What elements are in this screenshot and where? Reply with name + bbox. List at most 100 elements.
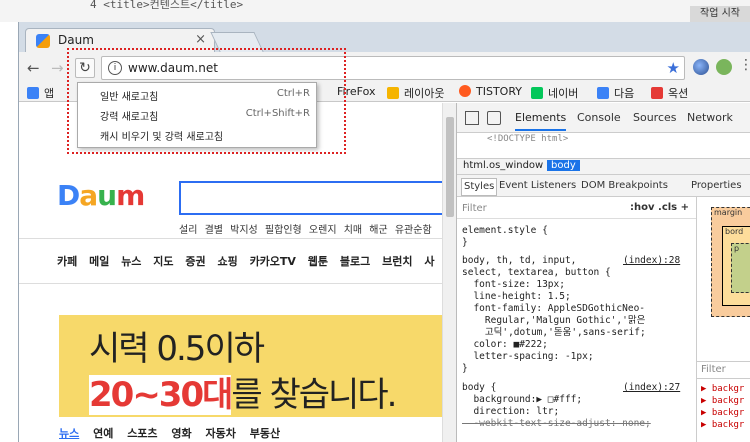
css-rule-source-link-2[interactable]: (index):27 — [623, 382, 680, 394]
css-rule-body-selector-2[interactable]: body { — [462, 382, 496, 394]
bookmark-auction[interactable]: 옥션 — [651, 85, 688, 101]
folder-icon — [387, 87, 399, 99]
menu-item-map[interactable]: 지도 — [153, 255, 173, 268]
banner-subline: 20~30대를 찾습니다. — [89, 367, 397, 416]
divider — [19, 283, 442, 284]
service-menu: 카페 메일 뉴스 지도 증권 쇼핑 카카오TV 웹툰 블로그 브런치 사 — [57, 253, 442, 269]
editor-corner-label: 작업 시작 — [690, 6, 750, 22]
menu-item-kakaotv[interactable]: 카카오TV — [250, 255, 296, 268]
bookmark-daum[interactable]: 다음 — [597, 85, 634, 101]
dom-doctype[interactable]: <!DOCTYPE html> — [487, 134, 568, 144]
crumb-body[interactable]: body — [547, 160, 580, 171]
devtools-tabbar: Elements Console Sources Network — [457, 103, 750, 133]
crumb-html[interactable]: html.os_window — [459, 160, 547, 171]
tab-daum[interactable]: Daum × — [25, 28, 215, 52]
banner-rest: 를 찾습니다. — [231, 375, 397, 415]
devtools-panel: Elements Console Sources Network <!DOCTY… — [456, 103, 750, 442]
subtab-entertainment[interactable]: 연예 — [93, 427, 113, 440]
bookmark-naver[interactable]: 네이버 — [531, 85, 578, 101]
info-icon[interactable]: i — [108, 61, 122, 75]
bookmark-tistory[interactable]: TISTORY — [459, 85, 522, 98]
page-viewport: Daum 설리 결별 박지성 필합인형 오렌지 치매 해군 유관순함 카페 메일… — [19, 103, 442, 442]
tab-dom-breakpoints[interactable]: DOM Breakpoints — [581, 180, 668, 191]
daum-logo[interactable]: Daum — [57, 179, 145, 212]
extension-globe-icon[interactable] — [693, 59, 709, 75]
box-model-border: bord p — [722, 226, 750, 306]
subtab-news[interactable]: 뉴스 — [59, 427, 79, 440]
background-editor-strip: 4 <title>컨텐스트</title> 작업 시작 — [0, 0, 750, 22]
scrollbar-thumb[interactable] — [446, 117, 454, 217]
menu-kebab-icon[interactable]: ⋮ — [739, 57, 750, 73]
subtab-sports[interactable]: 스포츠 — [127, 427, 157, 440]
css-rule-element-style[interactable]: element.style { } — [462, 225, 548, 249]
filter-options[interactable]: :hov .cls + — [630, 202, 689, 213]
tab-sources[interactable]: Sources — [633, 111, 677, 124]
breadcrumb: html.os_window body — [457, 158, 750, 175]
styles-filter[interactable]: Filter :hov .cls + — [457, 199, 696, 219]
box-model-padding: p — [731, 243, 750, 293]
box-model-margin: margin bord p — [711, 207, 750, 317]
subtab-movie[interactable]: 영화 — [171, 427, 191, 440]
bookmark-star-icon[interactable]: ★ — [667, 59, 680, 77]
subtab-realestate[interactable]: 부동산 — [250, 427, 280, 440]
css-rule-body-props-2[interactable]: background:▶ □#fff; direction: ltr; — [462, 394, 582, 418]
menu-item-news[interactable]: 뉴스 — [121, 255, 141, 268]
menu-item-brunch[interactable]: 브런치 — [382, 255, 412, 268]
auction-icon — [651, 87, 663, 99]
menu-item-cafe[interactable]: 카페 — [57, 255, 77, 268]
news-subtabs: 뉴스 연예 스포츠 영화 자동차 부동산 — [59, 425, 290, 441]
ad-banner[interactable]: 시력 0.5이하 20~30대를 찾습니다. — [59, 315, 442, 417]
naver-icon — [531, 87, 543, 99]
toolbar: ← → ↻ i ★ ⋮ — [19, 52, 750, 84]
tab-styles[interactable]: Styles — [461, 178, 498, 196]
tab-network[interactable]: Network — [687, 111, 733, 124]
css-rule-body-selector[interactable]: body, th, td, input, select, textarea, b… — [462, 255, 611, 279]
extension-leaf-icon[interactable] — [716, 59, 732, 75]
tab-properties[interactable]: Properties — [691, 180, 742, 191]
inspect-cursor-icon[interactable] — [465, 111, 479, 125]
menu-item-blog[interactable]: 블로그 — [340, 255, 370, 268]
menu-item-more[interactable]: 사 — [424, 255, 434, 268]
page-scrollbar[interactable] — [442, 103, 456, 442]
menu-item-stock[interactable]: 증권 — [185, 255, 205, 268]
editor-code-line: 4 <title>컨텐스트</title> — [90, 0, 244, 11]
tab-elements[interactable]: Elements — [515, 111, 567, 131]
bookmark-firefox[interactable]: FireFox — [337, 85, 375, 98]
banner-headline: 시력 0.5이하 — [89, 329, 265, 369]
css-rule-source-link[interactable]: (index):28 — [623, 255, 680, 267]
device-toggle-icon[interactable] — [487, 111, 501, 125]
tab-console[interactable]: Console — [577, 111, 621, 124]
tab-title: Daum — [58, 33, 94, 47]
box-model-pane: margin bord p Filter ▶ backgr ▶ backgr ▶… — [697, 197, 750, 442]
daum-favicon-icon — [36, 34, 50, 48]
menu-item-normal-reload[interactable]: 일반 새로고침 Ctrl+R — [78, 85, 318, 105]
styles-subtabs: Styles Event Listeners DOM Breakpoints P… — [457, 175, 750, 197]
search-input[interactable] — [179, 181, 442, 215]
forward-arrow-icon[interactable]: → — [51, 59, 64, 77]
reload-button[interactable]: ↻ — [75, 58, 95, 78]
subtab-car[interactable]: 자동차 — [206, 427, 236, 440]
bookmark-layout[interactable]: 레이아웃 — [387, 85, 444, 101]
menu-item-webtoon[interactable]: 웹툰 — [308, 255, 328, 268]
computed-properties-list[interactable]: ▶ backgr ▶ backgr ▶ backgr ▶ backgr — [701, 383, 744, 431]
url-input[interactable] — [128, 59, 648, 77]
close-icon[interactable]: × — [195, 32, 206, 47]
back-arrow-icon[interactable]: ← — [27, 59, 40, 77]
address-bar[interactable]: i ★ — [101, 56, 685, 80]
css-overridden-prop[interactable]: -webkit-text-size-adjust: none; — [462, 418, 650, 430]
menu-item-hard-reload[interactable]: 강력 새로고침 Ctrl+Shift+R — [78, 105, 318, 125]
computed-filter[interactable]: Filter — [697, 361, 750, 379]
daum-icon — [597, 87, 609, 99]
menu-item-shopping[interactable]: 쇼핑 — [217, 255, 237, 268]
divider — [19, 238, 442, 239]
trending-keywords[interactable]: 설리 결별 박지성 필합인형 오렌지 치매 해군 유관순함 — [179, 221, 432, 236]
bookmark-apps[interactable]: 앱 — [27, 85, 54, 101]
menu-item-mail[interactable]: 메일 — [89, 255, 109, 268]
tab-event-listeners[interactable]: Event Listeners — [499, 180, 576, 191]
css-rule-body-props[interactable]: font-size: 13px; line-height: 1.5; font-… — [462, 279, 646, 375]
tab-strip: Daum × — [19, 22, 750, 52]
new-tab-button[interactable] — [210, 32, 264, 52]
menu-item-empty-cache-hard-reload[interactable]: 캐시 비우기 및 강력 새로고침 — [78, 125, 318, 145]
banner-highlight: 20~30대 — [89, 375, 233, 415]
styles-pane: Filter :hov .cls + element.style { } bod… — [457, 197, 697, 442]
